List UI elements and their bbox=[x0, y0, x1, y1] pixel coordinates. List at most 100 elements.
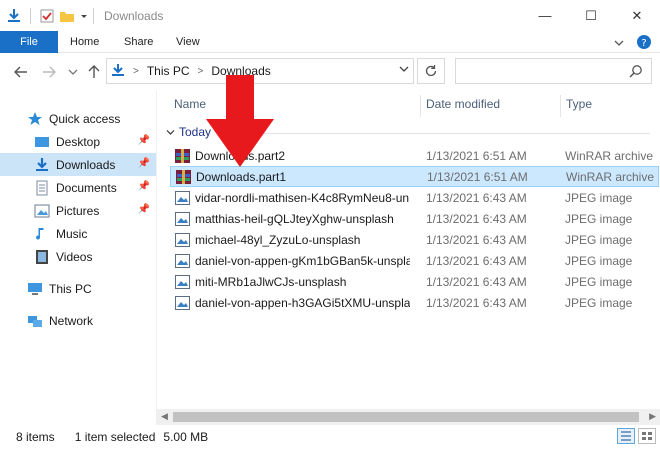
details-view-icon bbox=[621, 431, 631, 441]
file-date: 1/13/2021 6:43 AM bbox=[426, 254, 527, 268]
pin-icon[interactable]: 📌 bbox=[138, 181, 150, 192]
download-icon bbox=[34, 157, 50, 173]
refresh-icon bbox=[425, 65, 437, 77]
svg-text:?: ? bbox=[641, 38, 646, 49]
file-name: daniel-von-appen-gKm1bGBan5k-unspla... bbox=[195, 254, 410, 268]
item-count: 8 items bbox=[16, 430, 55, 444]
file-name: miti-MRb1aJlwCJs-unsplash bbox=[195, 275, 347, 289]
jpeg-icon bbox=[175, 296, 190, 310]
file-row[interactable]: daniel-von-appen-gKm1bGBan5k-unspla... 1… bbox=[170, 251, 660, 272]
red-arrow-annotation-icon bbox=[206, 75, 274, 167]
customize-qat-icon[interactable] bbox=[79, 8, 89, 24]
documents-icon bbox=[34, 180, 50, 196]
selection-count: 1 item selected bbox=[74, 430, 156, 444]
address-dropdown-icon[interactable] bbox=[399, 64, 409, 77]
file-type: JPEG image bbox=[565, 233, 633, 247]
sidebar-item-label: Desktop bbox=[56, 134, 101, 149]
file-row-selected[interactable]: Downloads.part1 1/13/2021 6:51 AM WinRAR… bbox=[170, 166, 659, 187]
music-icon bbox=[34, 226, 50, 242]
details-view-button[interactable] bbox=[617, 428, 635, 444]
file-name: Downloads.part1 bbox=[196, 170, 287, 184]
breadcrumb-separator-icon: > bbox=[133, 65, 139, 77]
column-resize-handle[interactable] bbox=[560, 95, 561, 117]
file-type: WinRAR archive bbox=[566, 170, 655, 184]
file-date: 1/13/2021 6:43 AM bbox=[426, 191, 527, 205]
pin-icon[interactable]: 📌 bbox=[138, 158, 150, 169]
help-icon[interactable]: ? bbox=[636, 34, 652, 53]
properties-icon[interactable] bbox=[39, 8, 55, 24]
arrow-left-icon bbox=[14, 66, 27, 78]
file-row[interactable]: michael-48yl_ZyzuLo-unsplash 1/13/2021 6… bbox=[170, 230, 660, 251]
file-row[interactable]: vidar-nordli-mathisen-K4c8RymNeu8-un... … bbox=[170, 188, 660, 209]
scroll-right-icon[interactable]: ▶ bbox=[649, 411, 656, 422]
breadcrumb-this-pc[interactable]: This PC bbox=[147, 64, 190, 78]
file-type: JPEG image bbox=[565, 275, 633, 289]
refresh-button[interactable] bbox=[417, 58, 445, 84]
explorer-app-icon[interactable] bbox=[6, 8, 22, 24]
horizontal-scrollbar[interactable]: ◀ ▶ bbox=[157, 409, 660, 425]
arrow-up-icon bbox=[88, 65, 100, 78]
title-divider bbox=[93, 7, 94, 24]
star-icon bbox=[27, 111, 43, 127]
new-folder-icon[interactable] bbox=[59, 8, 75, 24]
scrollbar-thumb[interactable] bbox=[173, 412, 639, 422]
file-date: 1/13/2021 6:43 AM bbox=[426, 296, 527, 310]
jpeg-icon bbox=[175, 275, 190, 289]
winrar-icon bbox=[175, 149, 190, 163]
up-button[interactable] bbox=[85, 63, 103, 81]
network-icon bbox=[27, 313, 43, 329]
file-type: JPEG image bbox=[565, 296, 633, 310]
sidebar-item-pictures[interactable]: Pictures 📌 bbox=[0, 199, 156, 222]
file-date: 1/13/2021 6:43 AM bbox=[426, 233, 527, 247]
recent-locations-button[interactable] bbox=[64, 63, 82, 81]
navigation-pane: Quick access Desktop 📌 Downloads 📌 Docum… bbox=[0, 100, 156, 425]
search-icon bbox=[629, 65, 642, 78]
minimize-button[interactable]: — bbox=[522, 0, 568, 31]
sidebar-item-quick-access[interactable]: Quick access bbox=[0, 107, 156, 130]
tab-home[interactable]: Home bbox=[70, 31, 99, 53]
group-header-today[interactable]: Today bbox=[166, 122, 211, 142]
pin-icon[interactable]: 📌 bbox=[138, 135, 150, 146]
navigation-bar: > This PC > Downloads bbox=[0, 53, 660, 91]
qat-divider bbox=[30, 7, 31, 24]
column-header-date[interactable]: Date modified bbox=[426, 91, 500, 117]
expand-ribbon-icon[interactable] bbox=[614, 37, 624, 51]
chevron-down-icon bbox=[68, 69, 78, 75]
tab-file[interactable]: File bbox=[0, 31, 58, 53]
sidebar-item-downloads[interactable]: Downloads 📌 bbox=[0, 153, 156, 176]
tab-view[interactable]: View bbox=[176, 31, 200, 53]
sidebar-item-label: Videos bbox=[56, 249, 93, 264]
sidebar-item-music[interactable]: Music bbox=[0, 222, 156, 245]
sidebar-item-documents[interactable]: Documents 📌 bbox=[0, 176, 156, 199]
tab-share[interactable]: Share bbox=[124, 31, 153, 53]
back-button[interactable] bbox=[12, 63, 30, 81]
file-row[interactable]: daniel-von-appen-h3GAGi5tXMU-unspla... 1… bbox=[170, 293, 660, 314]
arrow-right-icon bbox=[43, 66, 56, 78]
file-name: michael-48yl_ZyzuLo-unsplash bbox=[195, 233, 361, 247]
file-row[interactable]: matthias-heil-gQLJteyXghw-unsplash 1/13/… bbox=[170, 209, 660, 230]
sidebar-item-label: Downloads bbox=[56, 157, 116, 172]
sidebar-item-desktop[interactable]: Desktop 📌 bbox=[0, 130, 156, 153]
close-button[interactable]: ✕ bbox=[614, 0, 660, 31]
pane-divider[interactable] bbox=[156, 91, 157, 425]
file-date: 1/13/2021 6:51 AM bbox=[426, 149, 527, 163]
pin-icon[interactable]: 📌 bbox=[138, 204, 150, 215]
sidebar-item-network[interactable]: Network bbox=[0, 309, 156, 332]
column-header-name[interactable]: Name bbox=[174, 91, 206, 117]
winrar-icon bbox=[176, 170, 191, 184]
file-type: WinRAR archive bbox=[565, 149, 654, 163]
scroll-left-icon[interactable]: ◀ bbox=[161, 411, 168, 422]
sidebar-item-this-pc[interactable]: This PC bbox=[0, 277, 156, 300]
search-input[interactable] bbox=[455, 58, 652, 84]
title-bar: Downloads — ☐ ✕ bbox=[0, 0, 660, 31]
forward-button[interactable] bbox=[40, 63, 58, 81]
large-icons-view-button[interactable] bbox=[638, 428, 656, 444]
download-location-icon bbox=[111, 63, 125, 80]
file-row[interactable]: miti-MRb1aJlwCJs-unsplash 1/13/2021 6:43… bbox=[170, 272, 660, 293]
jpeg-icon bbox=[175, 212, 190, 226]
column-resize-handle[interactable] bbox=[420, 95, 421, 117]
videos-icon bbox=[34, 249, 50, 265]
column-header-type[interactable]: Type bbox=[566, 91, 592, 117]
sidebar-item-videos[interactable]: Videos bbox=[0, 245, 156, 268]
maximize-button[interactable]: ☐ bbox=[568, 0, 614, 31]
